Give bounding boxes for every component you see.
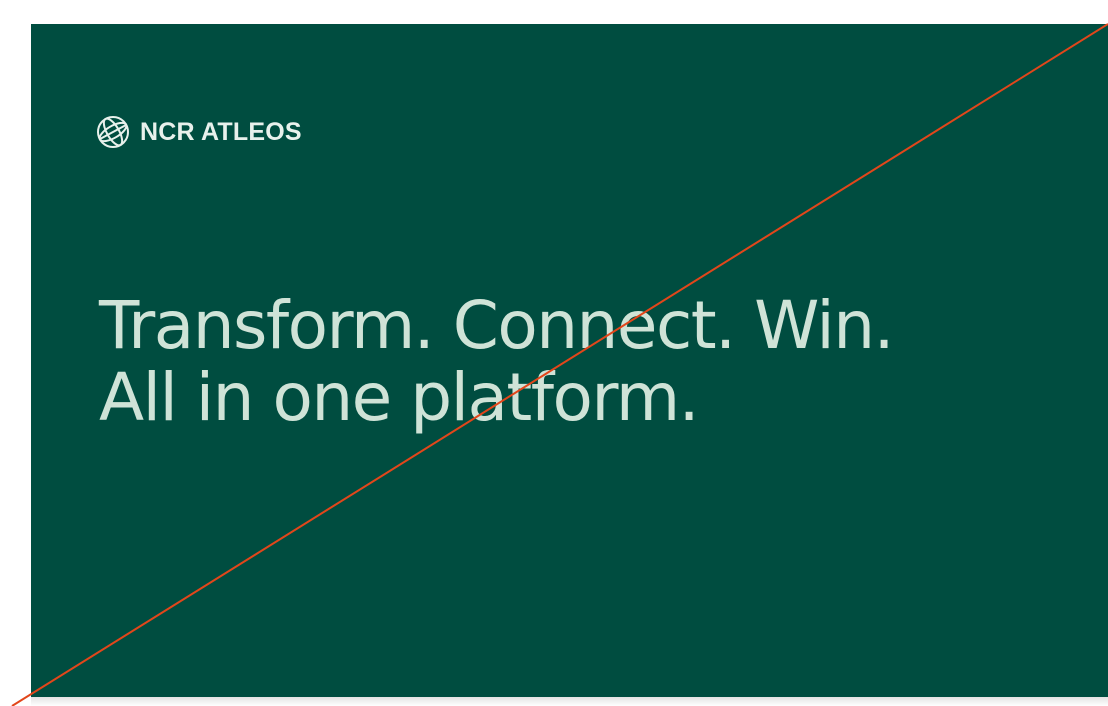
headline-line-2: All in one platform. [99,359,700,436]
hero-headline: Transform. Connect. Win. All in one plat… [99,287,895,436]
brand-lockup: NCR ATLEOS [95,113,302,151]
banner-shadow [31,697,1108,706]
globe-icon [97,116,129,148]
brand-name: NCR ATLEOS [140,117,302,146]
headline-line-1: Transform. Connect. Win. [99,287,895,364]
page-canvas: NCR ATLEOS Transform. Connect. Win. All … [0,0,1108,706]
